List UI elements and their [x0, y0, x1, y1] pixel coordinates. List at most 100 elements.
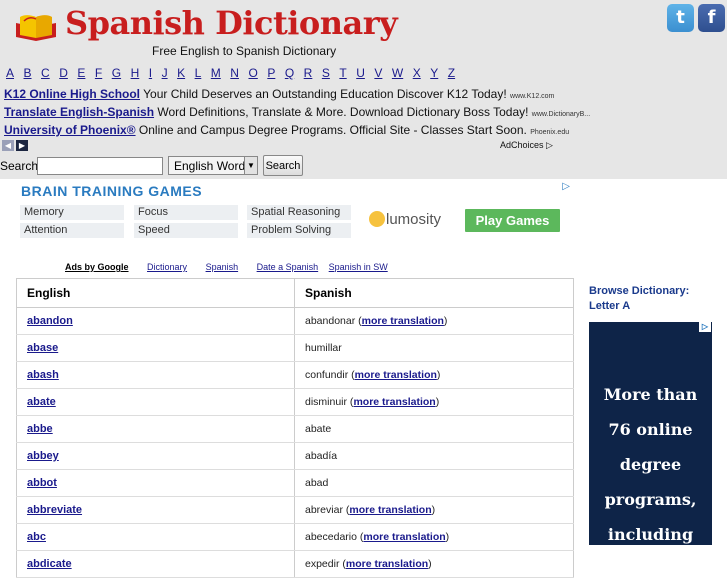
letter-link-z[interactable]: Z: [448, 66, 455, 80]
english-cell: abdicate: [16, 550, 295, 578]
letter-link-w[interactable]: W: [392, 66, 403, 80]
english-word-link[interactable]: abdicate: [27, 558, 72, 570]
ad-next-arrow-icon[interactable]: ▶: [16, 140, 28, 151]
table-row: abash confundir (more translation): [16, 361, 574, 389]
table-row: abc abecedario (more translation): [16, 523, 574, 551]
table-row: abase humillar: [16, 334, 574, 362]
text-ad-title[interactable]: University of Phoenix®: [4, 123, 136, 137]
ad-link-spanish-in-sw[interactable]: Spanish in SW: [329, 262, 388, 272]
spanish-word: abadía: [305, 450, 338, 462]
letter-link-x[interactable]: X: [413, 66, 421, 80]
spanish-word: abreviar: [305, 504, 343, 516]
letter-link-s[interactable]: S: [322, 66, 330, 80]
letter-link-p[interactable]: P: [267, 66, 275, 80]
letter-link-n[interactable]: N: [230, 66, 239, 80]
twitter-icon[interactable]: t: [667, 4, 694, 32]
chevron-down-icon: ▼: [244, 157, 257, 174]
english-word-link[interactable]: abate: [27, 396, 56, 408]
letter-link-g[interactable]: G: [112, 66, 121, 80]
spanish-cell: disminuir (more translation): [294, 388, 574, 416]
lumosity-brand: lumosity: [386, 211, 442, 228]
ad-link-date-a-spanish[interactable]: Date a Spanish: [257, 262, 319, 272]
letter-link-f[interactable]: F: [95, 66, 102, 80]
english-word-link[interactable]: abash: [27, 369, 59, 381]
text-ad-url: Phoenix.edu: [530, 129, 570, 136]
english-word-link[interactable]: abbot: [27, 477, 57, 489]
letter-link-m[interactable]: M: [211, 66, 221, 80]
brain-tile: Problem Solving: [247, 223, 351, 238]
more-translation-link[interactable]: more translation: [362, 315, 444, 327]
letter-link-v[interactable]: V: [374, 66, 382, 80]
letter-link-r[interactable]: R: [304, 66, 313, 80]
letter-link-k[interactable]: K: [177, 66, 185, 80]
letter-link-q[interactable]: Q: [285, 66, 294, 80]
more-translation-link[interactable]: more translation: [353, 396, 435, 408]
text-ad-url: www.K12.com: [510, 93, 555, 100]
brain-tile: Attention: [20, 223, 124, 238]
ad-link-dictionary[interactable]: Dictionary: [147, 262, 187, 272]
english-cell: abbey: [16, 442, 295, 470]
english-cell: abbreviate: [16, 496, 295, 524]
table-row: abbey abadía: [16, 442, 574, 470]
ad-prev-arrow-icon[interactable]: ◀: [2, 140, 14, 151]
english-word-link[interactable]: abase: [27, 342, 58, 354]
letter-link-o[interactable]: O: [248, 66, 257, 80]
ad-play-icon[interactable]: ▷: [562, 181, 570, 192]
browse-dictionary-heading: Browse Dictionary: Letter A: [589, 284, 689, 314]
side-ad-line: degree: [619, 455, 682, 474]
letter-link-e[interactable]: E: [77, 66, 85, 80]
side-ad-banner[interactable]: ▷ More than 76 online degree programs, i…: [589, 322, 712, 545]
letter-link-b[interactable]: B: [24, 66, 32, 80]
spanish-cell: abadía: [294, 442, 574, 470]
spanish-word: disminuir: [305, 396, 348, 408]
spanish-cell: abad: [294, 469, 574, 497]
english-cell: abandon: [16, 307, 295, 335]
ad-play-icon[interactable]: ▷: [699, 322, 711, 332]
letter-link-t[interactable]: T: [339, 66, 346, 80]
search-input[interactable]: [37, 157, 163, 175]
table-row: abbreviate abreviar (more translation): [16, 496, 574, 524]
facebook-icon[interactable]: f: [698, 4, 725, 32]
table-row: abate disminuir (more translation): [16, 388, 574, 416]
more-translation-link[interactable]: more translation: [349, 504, 431, 516]
english-word-link[interactable]: abbey: [27, 450, 59, 462]
more-translation-link[interactable]: more translation: [363, 531, 445, 543]
brain-training-ad[interactable]: BRAIN TRAINING GAMES ▷ Memory Focus Spat…: [14, 179, 574, 247]
english-cell: abc: [16, 523, 295, 551]
letter-link-j[interactable]: J: [162, 66, 168, 80]
english-word-link[interactable]: abc: [27, 531, 46, 543]
text-ad-title[interactable]: Translate English-Spanish: [4, 105, 154, 119]
letter-link-u[interactable]: U: [356, 66, 365, 80]
letter-link-a[interactable]: A: [6, 66, 14, 80]
english-word-link[interactable]: abbe: [27, 423, 53, 435]
side-ad-line: More than: [603, 385, 698, 404]
letter-link-i[interactable]: I: [149, 66, 152, 80]
play-games-button[interactable]: Play Games: [465, 209, 560, 232]
adchoices-link[interactable]: AdChoices ▷: [500, 140, 553, 151]
search-label: Search: [0, 159, 39, 173]
text-ad-title[interactable]: K12 Online High School: [4, 87, 140, 101]
spanish-word: abecedario: [305, 531, 357, 543]
ads-by-google-link[interactable]: Ads by Google: [65, 262, 129, 272]
spanish-word: humillar: [305, 342, 342, 354]
letter-link-d[interactable]: D: [59, 66, 68, 80]
site-logo[interactable]: Spanish Dictionary: [65, 4, 398, 42]
text-ad: Translate English-Spanish Word Definitio…: [4, 105, 590, 119]
spanish-cell: abreviar (more translation): [294, 496, 574, 524]
letter-link-y[interactable]: Y: [430, 66, 438, 80]
letter-link-l[interactable]: L: [195, 66, 202, 80]
more-translation-link[interactable]: more translation: [355, 369, 437, 381]
letter-link-h[interactable]: H: [131, 66, 140, 80]
ad-link-spanish[interactable]: Spanish: [206, 262, 239, 272]
letter-link-c[interactable]: C: [41, 66, 50, 80]
language-select-value: English Word: [174, 159, 246, 173]
spanish-cell: abecedario (more translation): [294, 523, 574, 551]
table-row: abbe abate: [16, 415, 574, 443]
english-word-link[interactable]: abbreviate: [27, 504, 82, 516]
search-button[interactable]: Search: [263, 155, 303, 176]
more-translation-link[interactable]: more translation: [346, 558, 428, 570]
language-select[interactable]: English Word ▼: [168, 156, 258, 175]
adchoices-icon: ▷: [546, 140, 553, 150]
column-header-spanish: Spanish: [294, 278, 574, 308]
english-word-link[interactable]: abandon: [27, 315, 73, 327]
